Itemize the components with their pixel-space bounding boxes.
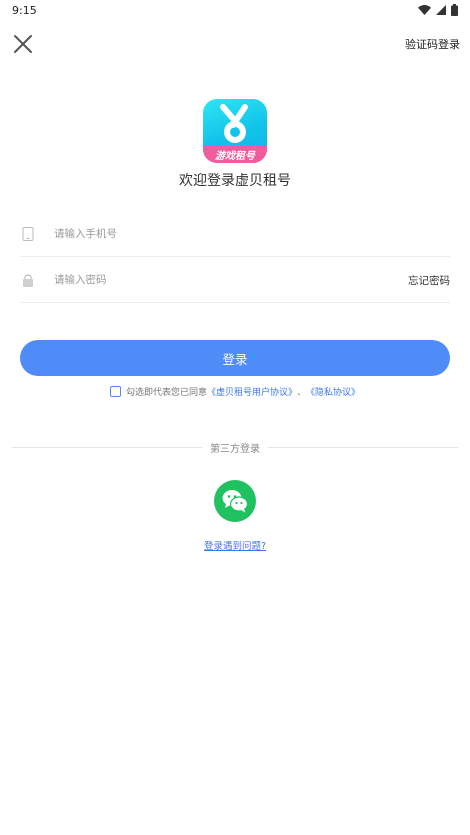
agreement-checkbox[interactable] xyxy=(109,386,121,397)
password-input[interactable] xyxy=(54,270,384,290)
login-button[interactable]: 登录 xyxy=(20,340,450,376)
divider-line-right xyxy=(268,447,458,448)
user-agreement-link[interactable]: 《虚贝租号用户协议》 xyxy=(207,385,297,398)
close-button[interactable] xyxy=(12,33,34,55)
password-field-row: 忘记密码 xyxy=(20,257,450,303)
phone-icon xyxy=(22,227,34,241)
close-icon xyxy=(14,35,32,53)
agreement-row: 勾选即代表您已同意 《虚贝租号用户协议》 、 《隐私协议》 xyxy=(0,385,470,398)
phone-input[interactable] xyxy=(54,224,384,244)
app-logo: 游戏租号 xyxy=(203,99,267,163)
agreement-prefix: 勾选即代表您已同意 xyxy=(125,388,207,398)
lock-icon xyxy=(23,274,33,287)
status-bar: 9:15 xyxy=(0,0,470,22)
wifi-icon xyxy=(418,5,431,15)
login-help-link[interactable]: 登录遇到问题? xyxy=(0,538,470,552)
sms-login-button[interactable]: 验证码登录 xyxy=(405,36,460,52)
wechat-login-button[interactable] xyxy=(214,480,256,522)
battery-icon xyxy=(451,4,458,16)
status-time: 9:15 xyxy=(12,4,37,17)
logo-text: 游戏租号 xyxy=(215,151,255,162)
wechat-icon xyxy=(222,490,248,513)
privacy-policy-link[interactable]: 《隐私协议》 xyxy=(306,385,360,398)
signal-icon xyxy=(436,5,446,15)
forgot-password-link[interactable]: 忘记密码 xyxy=(408,273,450,288)
logo-mark-icon xyxy=(220,104,248,143)
third-party-divider: 第三方登录 xyxy=(12,440,458,455)
phone-field-row xyxy=(20,211,450,257)
status-icons xyxy=(418,4,458,16)
welcome-title: 欢迎登录虚贝租号 xyxy=(179,173,291,189)
agreement-separator: 、 xyxy=(297,388,307,398)
